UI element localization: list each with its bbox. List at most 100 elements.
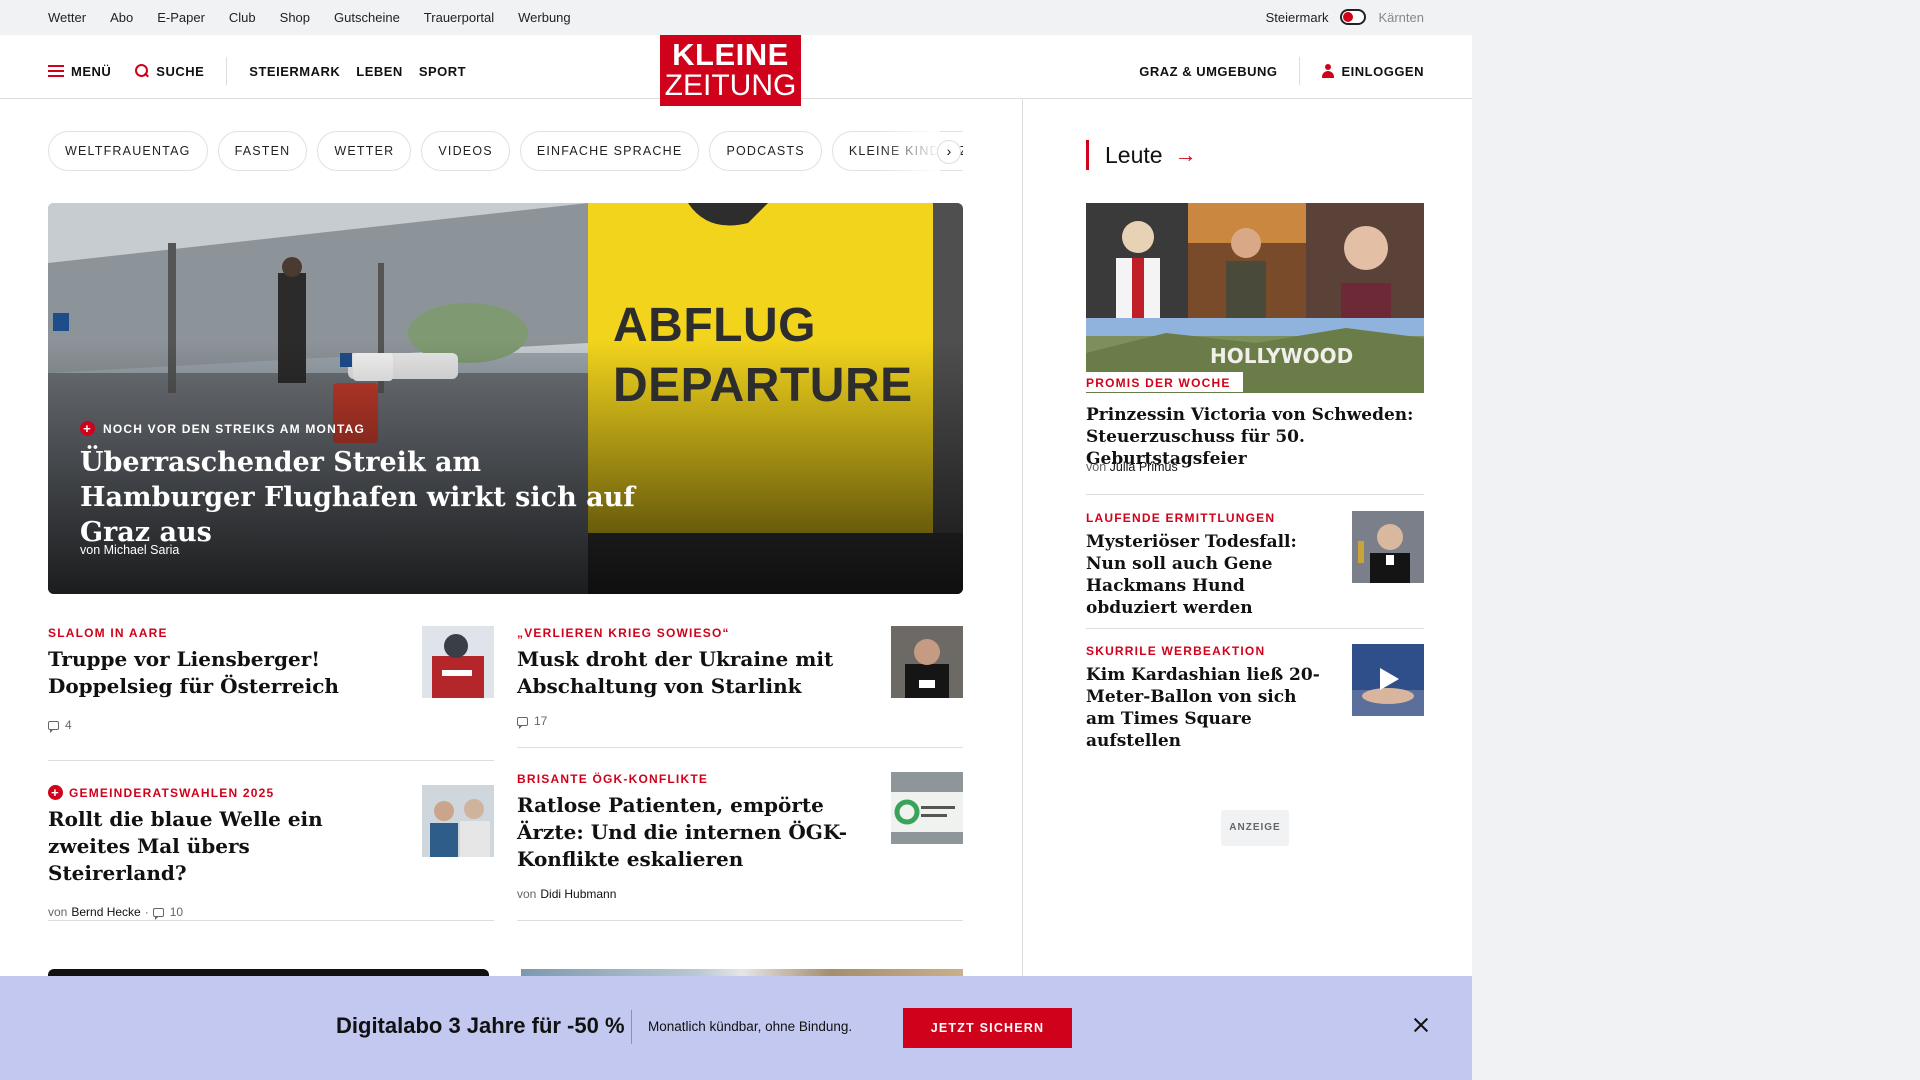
topic-tags: WELTFRAUENTAG FASTEN WETTER VIDEOS EINFA…	[48, 131, 963, 171]
featured-kicker: PROMIS DER WOCHE	[1086, 372, 1243, 392]
search-icon	[135, 64, 149, 78]
subscription-banner: Digitalabo 3 Jahre für -50 % Monatlich k…	[0, 976, 1472, 1080]
menu-button[interactable]: MENÜ	[48, 64, 111, 79]
article-title[interactable]: Ratlose Patienten, empörte Ärzte: Und di…	[517, 792, 857, 873]
utility-link-abo[interactable]: Abo	[110, 10, 133, 25]
main-nav: STEIERMARK LEBEN SPORT	[249, 64, 466, 79]
utility-link-gutscheine[interactable]: Gutscheine	[334, 10, 400, 25]
sidebar-item-title[interactable]: Kim Kardashian ließ 20-Meter-Ballon von …	[1086, 664, 1321, 752]
featured-author[interactable]: Julia Primus	[1110, 460, 1178, 474]
local-region-link[interactable]: GRAZ & UMGEBUNG	[1139, 64, 1277, 79]
tag-videos[interactable]: VIDEOS	[421, 131, 510, 171]
login-label: EINLOGGEN	[1341, 63, 1424, 79]
page-gutter	[1472, 0, 1920, 1080]
comment-count[interactable]: 10	[170, 905, 183, 919]
nav-sport[interactable]: SPORT	[419, 64, 466, 79]
comment-count[interactable]: 17	[534, 714, 547, 728]
header-divider-right	[1299, 57, 1301, 85]
nav-steiermark[interactable]: STEIERMARK	[249, 64, 340, 79]
logo-line-1: KLEINE	[672, 37, 789, 72]
byline-prefix: von	[80, 543, 101, 557]
article-meta: von Bernd Hecke · 10	[48, 905, 494, 920]
ad-label: ANZEIGE	[1221, 810, 1289, 846]
sidebar-item-thumbnail[interactable]	[1352, 511, 1424, 583]
logo-line-2: ZEITUNG	[664, 69, 797, 102]
article-card-slalom[interactable]: SLALOM IN AARE Truppe vor Liensberger! D…	[48, 626, 494, 761]
article-meta: 17	[517, 714, 963, 729]
close-icon[interactable]	[1410, 1014, 1432, 1036]
leute-collage-image[interactable]: HOLLYWOOD	[1086, 203, 1424, 393]
utility-link-shop[interactable]: Shop	[280, 10, 310, 25]
header-right: GRAZ & UMGEBUNG EINLOGGEN	[1139, 57, 1424, 85]
utility-bar: Wetter Abo E-Paper Club Shop Gutscheine …	[0, 0, 1472, 35]
sidebar-item-hackman[interactable]: LAUFENDE ERMITTLUNGEN Mysteriöser Todesf…	[1086, 511, 1424, 621]
article-thumbnail[interactable]	[891, 626, 963, 698]
hero-article[interactable]: ABFLUG DEPARTURE + NOCH VOR DEN STREIKS …	[48, 203, 963, 594]
article-divider	[48, 920, 494, 921]
utility-link-werbung[interactable]: Werbung	[518, 10, 571, 25]
tag-wetter[interactable]: WETTER	[317, 131, 412, 171]
region-steiermark[interactable]: Steiermark	[1266, 10, 1329, 25]
nav-leben[interactable]: LEBEN	[356, 64, 403, 79]
comment-icon	[152, 907, 164, 920]
chevron-right-icon[interactable]: ›	[937, 140, 961, 164]
article-card-oegk[interactable]: BRISANTE ÖGK-KONFLIKTE Ratlose Patienten…	[517, 772, 963, 921]
article-thumbnail[interactable]	[422, 785, 494, 857]
tag-weltfrauentag[interactable]: WELTFRAUENTAG	[48, 131, 208, 171]
article-title[interactable]: Musk droht der Ukraine mit Abschaltung v…	[517, 646, 857, 700]
page: Wetter Abo E-Paper Club Shop Gutscheine …	[0, 0, 1472, 1080]
hero-title[interactable]: Überraschender Streik am Hamburger Flugh…	[80, 445, 640, 550]
menu-label: MENÜ	[71, 63, 112, 79]
search-label: SUCHE	[156, 63, 205, 79]
comment-count[interactable]: 4	[65, 718, 72, 732]
article-title[interactable]: Truppe vor Liensberger! Doppelsieg für Ö…	[48, 646, 388, 700]
tag-podcasts[interactable]: PODCASTS	[709, 131, 822, 171]
region-kaernten[interactable]: Kärnten	[1378, 10, 1424, 25]
tag-einfache-sprache[interactable]: EINFACHE SPRACHE	[519, 131, 700, 171]
main-header: MENÜ SUCHE STEIERMARK LEBEN SPORT KLEINE…	[0, 35, 1472, 106]
tag-fasten[interactable]: FASTEN	[217, 131, 308, 171]
user-icon	[1322, 64, 1335, 78]
sidebar-divider	[1086, 494, 1424, 495]
article-divider	[517, 920, 963, 921]
promo-title: Digitalabo 3 Jahre für -50 %	[336, 1013, 625, 1038]
search-button[interactable]: SUCHE	[135, 64, 204, 79]
sidebar-item-kardashian[interactable]: SKURRILE WERBEAKTION Kim Kardashian ließ…	[1086, 644, 1424, 754]
byline-prefix: von	[1086, 460, 1107, 474]
comment-icon	[48, 720, 59, 733]
region-toggle[interactable]	[1340, 9, 1367, 25]
article-title[interactable]: Rollt die blaue Welle ein zweites Mal üb…	[48, 806, 388, 887]
collage-hollywood-text: HOLLYWOOD	[1210, 344, 1353, 368]
sidebar-item-thumbnail[interactable]	[1352, 644, 1424, 716]
utility-link-epaper[interactable]: E-Paper	[157, 10, 205, 25]
header-divider	[226, 57, 228, 85]
article-thumbnail[interactable]	[891, 772, 963, 844]
comment-icon	[517, 716, 528, 729]
sign-line-1: ABFLUG	[613, 299, 816, 352]
article-kicker-text: GEMEINDERATSWAHLEN 2025	[69, 785, 275, 800]
utility-link-trauerportal[interactable]: Trauerportal	[424, 10, 494, 25]
login-button[interactable]: EINLOGGEN	[1322, 64, 1424, 79]
arrow-right-icon: →	[1174, 142, 1197, 167]
article-author[interactable]: Bernd Hecke	[71, 905, 140, 919]
hamburger-icon	[48, 65, 64, 77]
sign-line-2: DEPARTURE	[613, 359, 913, 412]
promo-subtitle: Monatlich kündbar, ohne Bindung.	[648, 1019, 853, 1034]
article-thumbnail[interactable]	[422, 626, 494, 698]
section-title-text: Leute	[1105, 142, 1163, 168]
utility-link-club[interactable]: Club	[229, 10, 256, 25]
plus-icon: +	[80, 421, 95, 436]
sidebar-item-title[interactable]: Mysteriöser Todesfall: Nun soll auch Gen…	[1086, 531, 1321, 619]
promo-divider	[631, 1010, 632, 1044]
tags-fade	[880, 131, 940, 171]
subscribe-button[interactable]: JETZT SICHERN	[903, 1008, 1072, 1048]
article-card-musk[interactable]: „VERLIEREN KRIEG SOWIESO“ Musk droht der…	[517, 626, 963, 748]
article-card-gemeinderatswahlen[interactable]: + GEMEINDERATSWAHLEN 2025 Rollt die blau…	[48, 785, 494, 921]
hero-author[interactable]: Michael Saria	[104, 543, 180, 557]
kleine-zeitung-logo[interactable]: KLEINE ZEITUNG	[660, 35, 801, 106]
article-author[interactable]: Didi Hubmann	[540, 887, 616, 901]
section-title-leute[interactable]: Leute →	[1086, 140, 1197, 170]
article-divider	[48, 760, 494, 761]
utility-link-wetter[interactable]: Wetter	[48, 10, 86, 25]
hero-byline: von Michael Saria	[80, 543, 179, 557]
